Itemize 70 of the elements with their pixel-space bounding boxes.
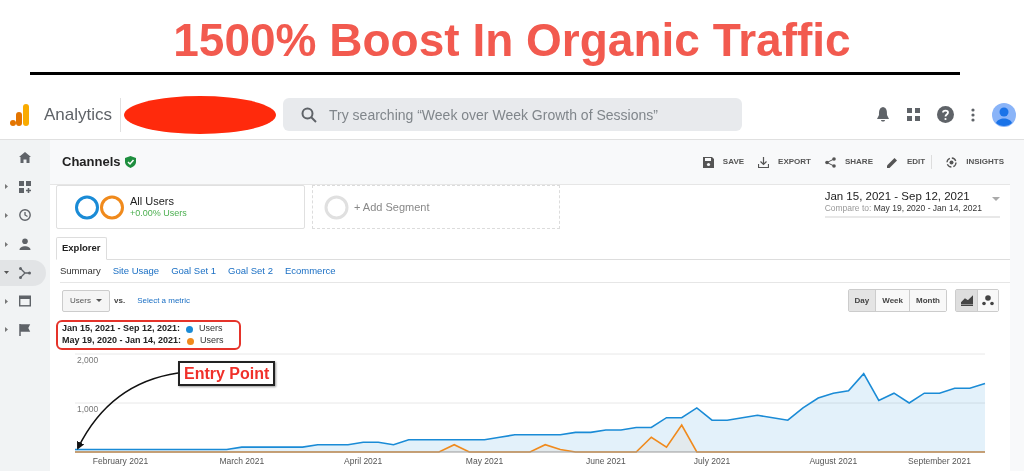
clock-icon — [19, 209, 31, 222]
search-icon — [301, 107, 318, 123]
logo-icon — [10, 103, 30, 126]
more-icon[interactable] — [971, 107, 975, 122]
legend-label: Users — [200, 334, 224, 348]
add-segment-card[interactable]: + Add Segment — [312, 185, 560, 229]
dashboard-icon — [19, 180, 31, 193]
subtab-link[interactable]: Ecommerce — [284, 263, 336, 279]
granularity-button[interactable]: Week — [875, 290, 909, 311]
action-button[interactable]: EXPORT — [758, 156, 811, 168]
action-button[interactable]: SHARE — [824, 156, 873, 168]
empty-circle-icon — [324, 194, 349, 220]
flag-icon — [19, 323, 31, 336]
dropdown-caret-icon — [992, 197, 1000, 201]
save-icon — [702, 156, 714, 168]
search-field[interactable]: Try searching “Week over Week Growth of Sessions” — [283, 98, 743, 131]
download-icon — [758, 156, 770, 168]
x-tick-label: March 2021 — [219, 456, 265, 466]
subtab-link[interactable]: Goal Set 1 — [171, 263, 217, 279]
segment-circles-icon — [75, 194, 124, 220]
home-icon — [19, 152, 31, 165]
bell-icon[interactable] — [876, 106, 890, 123]
sidebar-item[interactable] — [0, 259, 46, 286]
x-tick-label: April 2021 — [344, 456, 383, 466]
y-tick-label: 2,000 — [77, 355, 99, 365]
select-metric-link[interactable]: Select a metric — [137, 294, 191, 307]
x-tick-label: June 2021 — [586, 456, 626, 466]
add-segment-label: + Add Segment — [354, 199, 430, 215]
person-icon — [19, 238, 31, 251]
legend-range: May 19, 2020 - Jan 14, 2021: — [62, 334, 182, 348]
chart-type-button[interactable] — [956, 290, 977, 311]
insights-button[interactable]: INSIGHTS — [946, 156, 1004, 168]
action-button[interactable]: SAVE — [702, 156, 745, 168]
metric-dropdown[interactable]: Users — [62, 289, 110, 312]
caret-icon — [96, 299, 102, 302]
y-tick-label: 1,000 — [77, 404, 99, 414]
headline: 1500% Boost In Organic Traffic — [173, 14, 851, 66]
bubbles-icon — [982, 295, 994, 306]
action-button[interactable]: EDIT — [887, 156, 926, 168]
avatar-icon[interactable] — [992, 102, 1016, 127]
segment-name: All Users — [130, 195, 175, 208]
subtab-link[interactable]: Site Usage — [112, 263, 160, 279]
subtab-link[interactable]: Goal Set 2 — [228, 263, 273, 279]
share-icon — [824, 156, 836, 168]
annotation-callout: Entry Point — [178, 361, 276, 386]
x-tick-label: September 2021 — [908, 456, 971, 466]
x-tick-label: August 2021 — [809, 456, 858, 466]
date-range-picker[interactable]: Jan 15, 2021 - Sep 12, 2021 Compare to: May 19, 2020 - Jan 14, 2021 — [824, 189, 1000, 218]
apps-grid-icon[interactable] — [907, 108, 920, 121]
insights-icon — [946, 156, 958, 168]
x-tick-label: July 2021 — [693, 456, 731, 466]
branch-icon — [19, 266, 31, 279]
pencil-icon — [887, 156, 898, 168]
legend-range: Jan 15, 2021 - Sep 12, 2021: — [62, 322, 181, 336]
segment-change: +0.00% Users — [130, 208, 187, 219]
report-title: Channels — [62, 153, 121, 172]
tab[interactable]: Explorer — [56, 237, 107, 260]
vs-label: vs. — [114, 294, 126, 307]
x-tick-label: February 2021 — [92, 456, 149, 466]
subtab-link[interactable]: Summary — [60, 263, 101, 279]
browser-window-icon — [19, 295, 31, 308]
granularity-button[interactable]: Day — [848, 290, 876, 311]
x-tick-label: May 2021 — [465, 456, 504, 466]
chart-type-button[interactable] — [977, 290, 998, 311]
help-icon[interactable] — [937, 106, 954, 123]
legend-label: Users — [199, 322, 223, 336]
segment-card[interactable]: All Users +0.00% Users — [56, 185, 305, 229]
app-name: Analytics — [44, 103, 113, 126]
granularity-button[interactable]: Month — [909, 290, 946, 311]
line-chart-icon — [960, 295, 973, 306]
